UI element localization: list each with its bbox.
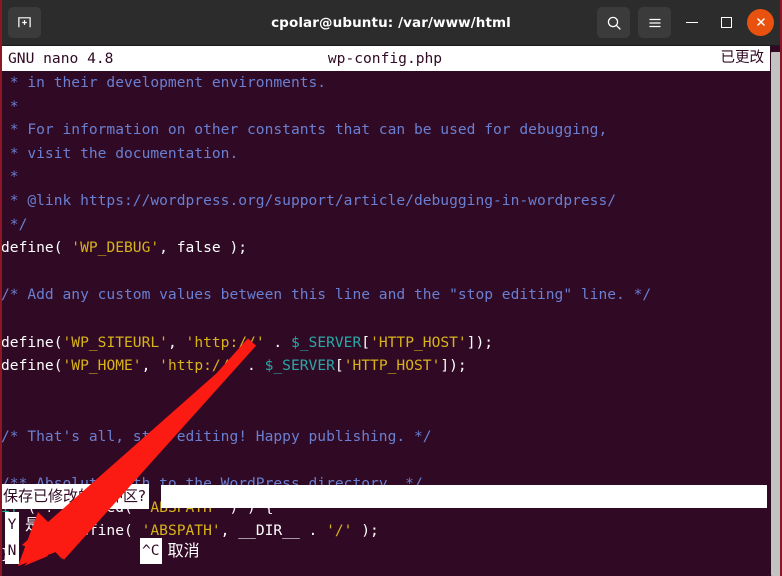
window-titlebar: cpolar@ubuntu: /var/www/html [0, 0, 782, 46]
code-token: , false ); [159, 239, 248, 257]
code-token: * visit the documentation. [1, 144, 239, 162]
nano-filename: wp-config.php [327, 49, 443, 67]
terminal-content[interactable]: GNU nano 4.8 wp-config.php 已更改 * in thei… [0, 46, 782, 576]
code-token: * @link https://wordpress.org/support/ar… [1, 191, 617, 209]
maximize-icon [720, 17, 732, 28]
titlebar-controls [597, 7, 774, 38]
shortcut-label: 取消 [167, 541, 200, 561]
code-token: define( [1, 357, 63, 375]
shortcut-label: 是 [25, 515, 42, 535]
shortcut-key: Y [5, 512, 19, 538]
code-line: define('WP_SITEURL', 'http://' . $_SERVE… [1, 331, 763, 355]
code-token: [ [334, 357, 344, 375]
code-token: $_SERVER [264, 357, 335, 375]
code-line: * [1, 165, 763, 189]
code-token: /* Add any custom values between this li… [1, 286, 652, 304]
close-icon [755, 13, 767, 32]
code-line: * [1, 95, 763, 119]
new-tab-button[interactable] [8, 7, 41, 38]
shortcut-ctrl-c[interactable]: ^C 取消 [140, 538, 200, 564]
shortcut-n[interactable]: N否 [5, 538, 41, 564]
code-token: , [141, 357, 160, 375]
code-token: * [1, 97, 19, 115]
code-token: */ [1, 215, 28, 233]
code-token: ]); [440, 357, 467, 375]
code-line: * in their development environments. [1, 71, 763, 95]
shortcut-key: N [5, 538, 19, 564]
shortcut-line: Y是 [0, 512, 770, 538]
code-token: define( [1, 333, 63, 351]
save-prompt-input[interactable] [160, 485, 767, 508]
code-line: /* Add any custom values between this li… [1, 283, 763, 307]
code-token: define( [1, 239, 72, 257]
code-token: 'WP_SITEURL' [62, 333, 168, 351]
code-line: /* That's all, stop editing! Happy publi… [1, 425, 763, 449]
terminal-window: cpolar@ubuntu: /var/www/html GNU nano 4.… [0, 0, 782, 576]
minimize-button[interactable] [679, 10, 705, 36]
code-token: 'WP_HOME' [62, 357, 142, 375]
code-token: /* That's all, stop editing! Happy publi… [1, 427, 432, 445]
maximize-button[interactable] [713, 10, 739, 36]
code-token: 'HTTP_HOST' [370, 333, 467, 351]
shortcut-line: N 否 ^C 取消 [0, 538, 770, 564]
code-token: ]); [466, 333, 494, 351]
code-token: 'http://' [185, 333, 265, 351]
window-edge-left [0, 0, 2, 576]
code-token: 'http://' [159, 357, 239, 375]
code-token: * in their development environments. [1, 74, 327, 91]
nano-header-bar: GNU nano 4.8 wp-config.php 已更改 [0, 46, 770, 71]
code-line: * For information on other constants tha… [1, 118, 763, 142]
code-token: , [167, 333, 186, 351]
code-line: * visit the documentation. [1, 142, 763, 166]
nano-shortcut-bar: Y 是 N 否 ^C 取消 [0, 512, 770, 564]
close-button[interactable] [747, 9, 774, 36]
search-icon [606, 15, 622, 31]
code-line: define('WP_HOME', 'http://' . $_SERVER['… [1, 354, 763, 378]
code-token: 'WP_DEBUG' [71, 239, 160, 257]
hamburger-menu-icon [647, 15, 663, 31]
code-line: * @link https://wordpress.org/support/ar… [1, 189, 763, 213]
code-token: [ [361, 333, 371, 351]
shortcut-key: ^C [140, 538, 162, 564]
minimize-icon [686, 21, 698, 24]
new-tab-icon [17, 15, 32, 30]
code-line: define( 'WP_DEBUG', false ); [1, 236, 763, 260]
search-button[interactable] [597, 7, 630, 38]
code-token: . [264, 333, 291, 351]
code-line: */ [1, 213, 763, 237]
code-token: $_SERVER [290, 333, 362, 351]
menu-button[interactable] [638, 7, 671, 38]
shortcut-label: 否 [25, 541, 42, 561]
save-prompt-row: 保存已修改的缓冲区? [0, 484, 770, 509]
code-token: * [1, 168, 19, 186]
code-token: . [238, 357, 265, 375]
save-prompt-question: 保存已修改的缓冲区? [0, 484, 149, 509]
shortcut-y[interactable]: Y是 [5, 512, 41, 538]
code-token: * For information on other constants tha… [1, 121, 608, 139]
code-token: 'HTTP_HOST' [343, 357, 441, 375]
